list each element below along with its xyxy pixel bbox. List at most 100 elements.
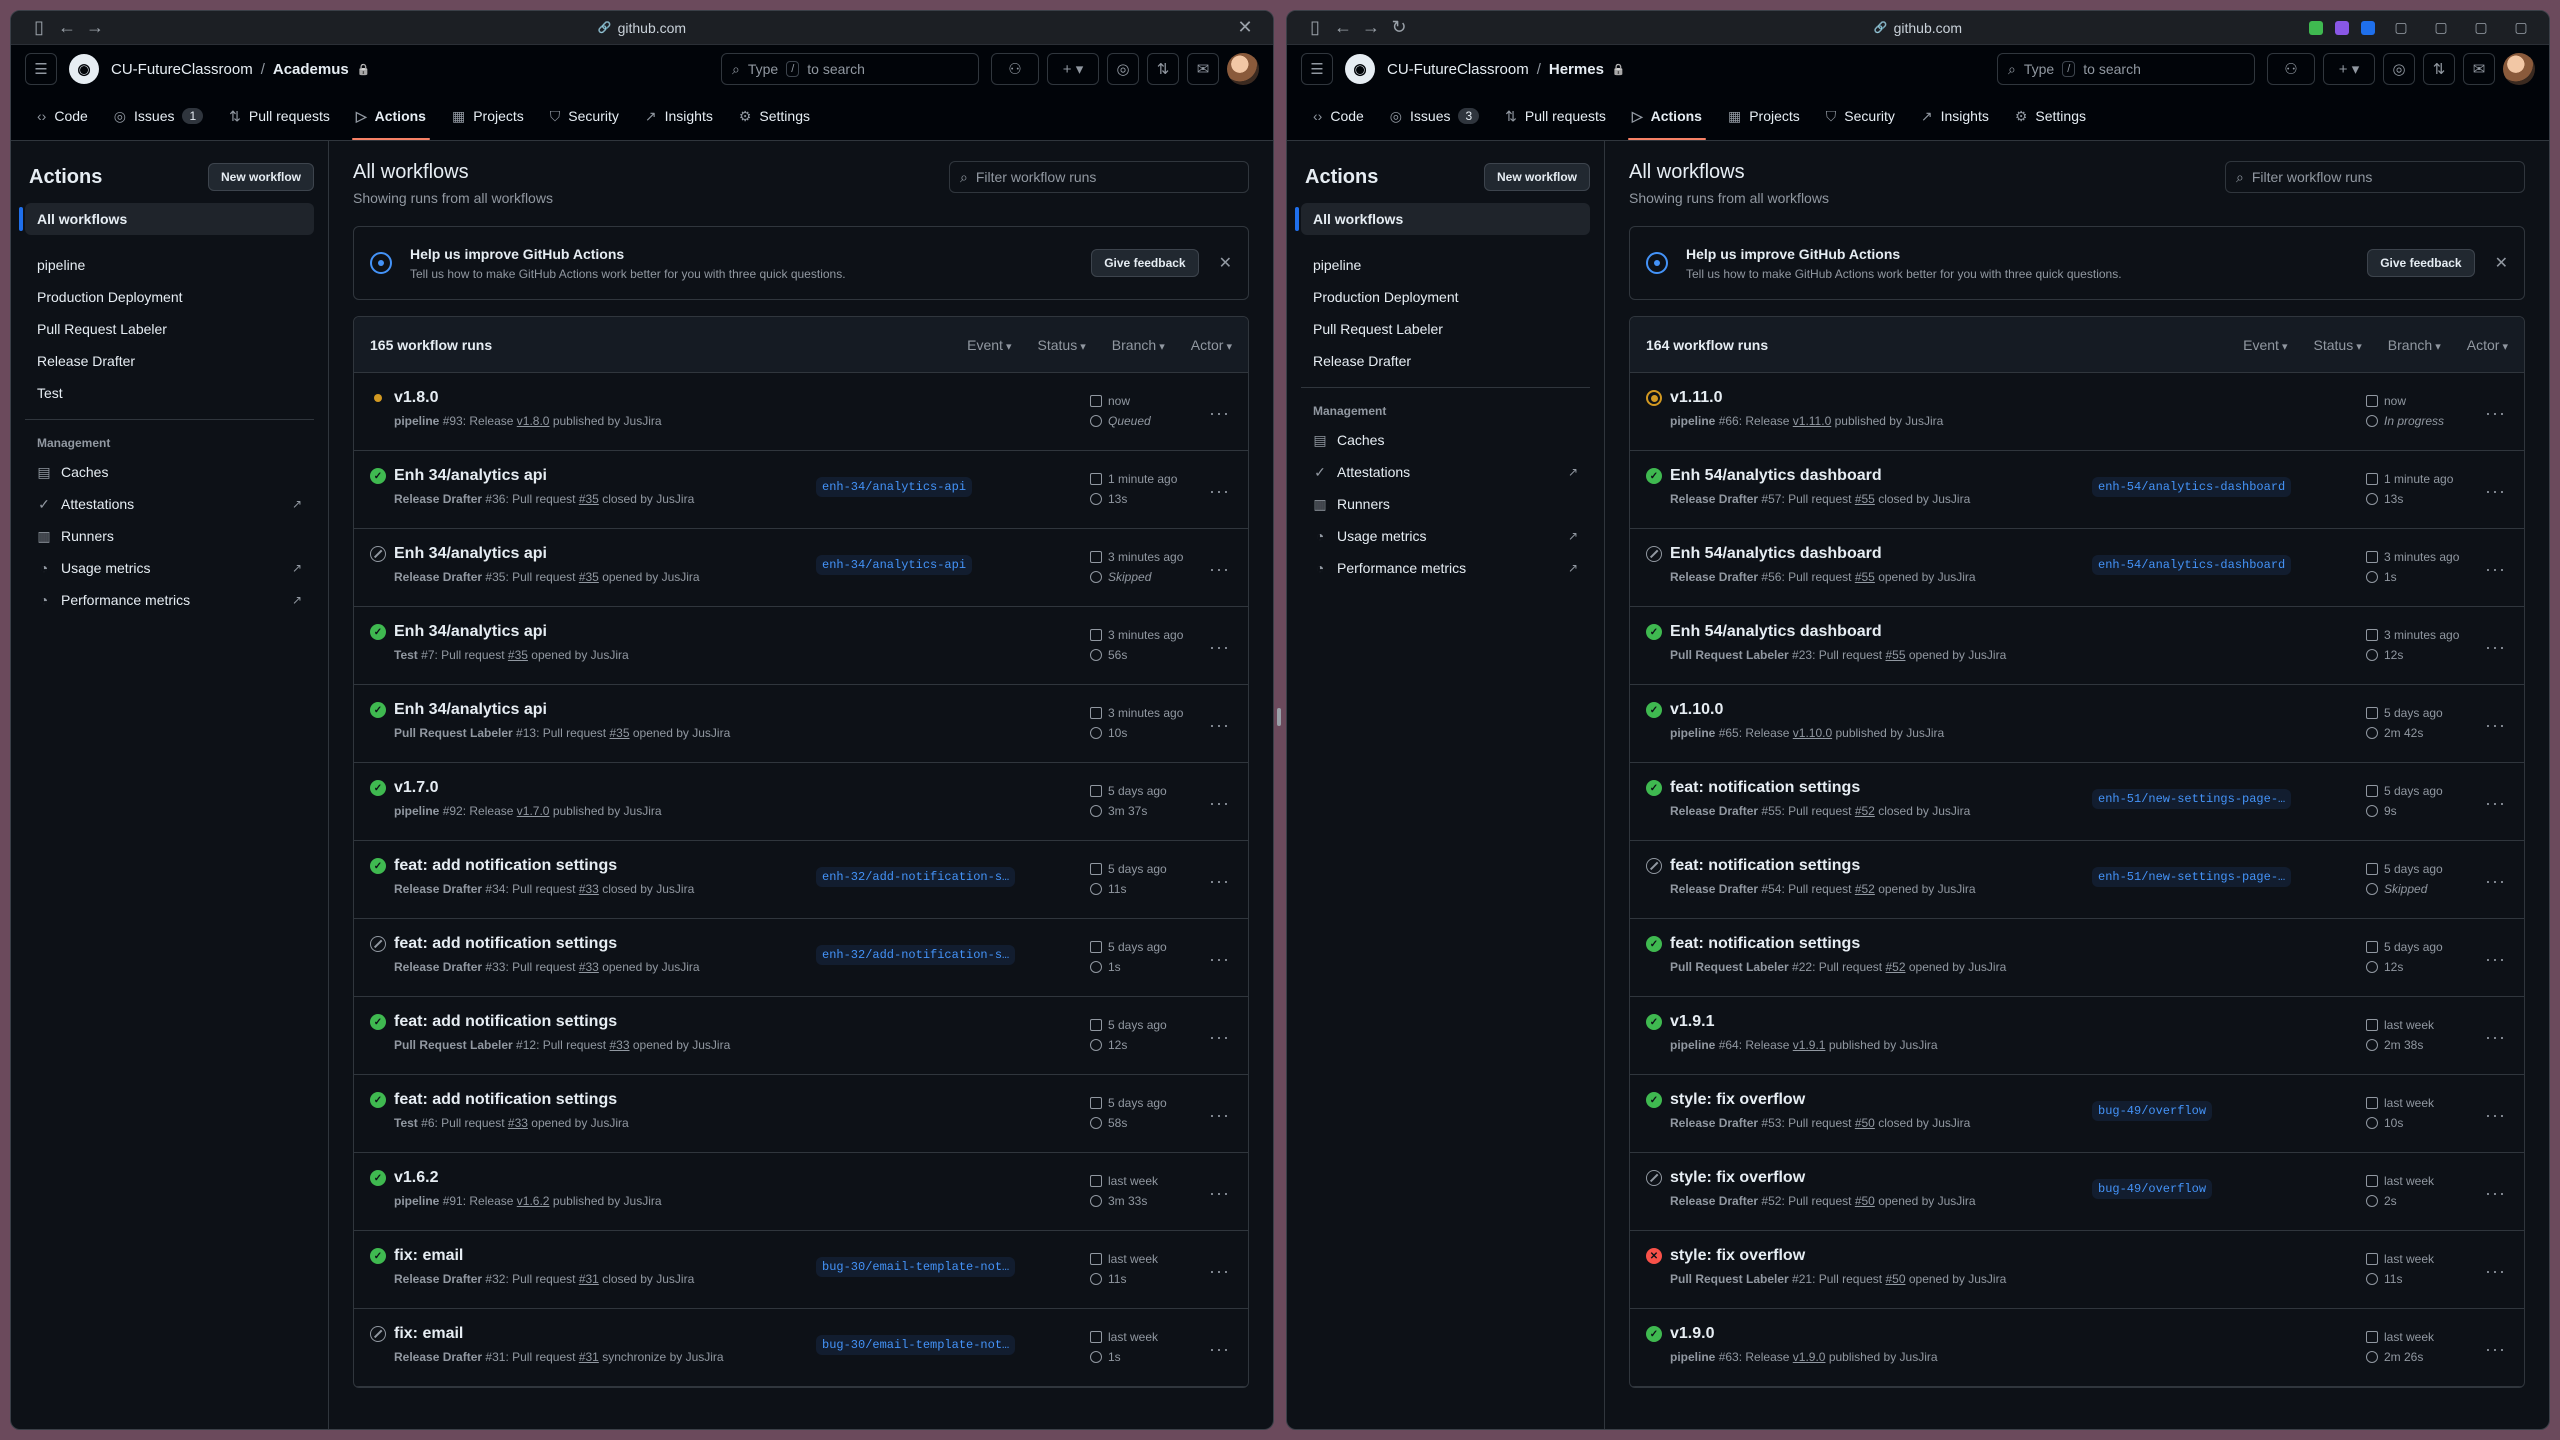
run-title[interactable]: feat: add notification settings	[394, 1013, 794, 1031]
branch-label[interactable]: enh-34/analytics-api	[816, 477, 973, 497]
run-title[interactable]: Enh 34/analytics api	[394, 623, 794, 641]
kebab-menu-icon[interactable]: ···	[1209, 1261, 1230, 1282]
sidebar-item-workflow[interactable]: Production Deployment	[1301, 281, 1590, 313]
run-title[interactable]: v1.6.2	[394, 1169, 794, 1187]
event-ref-link[interactable]: #52	[1855, 804, 1875, 818]
event-ref-link[interactable]: #55	[1855, 570, 1875, 584]
sidebar-item-performance-metrics[interactable]: ◔ Performance metrics ↗	[1301, 552, 1590, 584]
run-title[interactable]: Enh 34/analytics api	[394, 545, 794, 563]
run-title[interactable]: v1.7.0	[394, 779, 794, 797]
event-ref-link[interactable]: #50	[1885, 1272, 1905, 1286]
event-ref-link[interactable]: v1.9.0	[1793, 1350, 1826, 1364]
filter-branch-dropdown[interactable]: Branch ▾	[2388, 337, 2441, 353]
sidebar-item-usage-metrics[interactable]: ◔ Usage metrics ↗	[1301, 520, 1590, 552]
event-ref-link[interactable]: v1.11.0	[1793, 414, 1831, 428]
kebab-menu-icon[interactable]: ···	[2485, 403, 2506, 424]
tab-pull-requests[interactable]: ⇅ Pull requests	[219, 92, 340, 140]
github-logo-icon[interactable]: ◉	[69, 54, 99, 84]
kebab-menu-icon[interactable]: ···	[1209, 559, 1230, 580]
run-title[interactable]: feat: add notification settings	[394, 857, 794, 875]
back-icon[interactable]: ←	[1329, 17, 1357, 38]
kebab-menu-icon[interactable]: ···	[1209, 949, 1230, 970]
menu-button[interactable]: ☰	[25, 53, 57, 85]
workflow-run-row[interactable]: ✓ v1.9.0 pipeline #63: Release v1.9.0 publ…	[1630, 1309, 2524, 1387]
branch-label[interactable]: enh-51/new-settings-page-…	[2092, 789, 2292, 809]
sidebar-item-all-workflows[interactable]: All workflows	[19, 203, 314, 235]
event-ref-link[interactable]: #35	[579, 492, 599, 506]
run-title[interactable]: v1.10.0	[1670, 701, 2070, 719]
event-ref-link[interactable]: #33	[579, 882, 599, 896]
kebab-menu-icon[interactable]: ···	[2485, 1183, 2506, 1204]
sidebar-item-caches[interactable]: ▤ Caches	[25, 456, 314, 488]
repo-link[interactable]: Hermes	[1549, 61, 1604, 78]
workflow-run-row[interactable]: ✓ feat: add notification settings Release …	[354, 841, 1248, 919]
kebab-menu-icon[interactable]: ···	[1209, 1105, 1230, 1126]
sidebar-item-workflow[interactable]: Production Deployment	[25, 281, 314, 313]
tab-issues[interactable]: ◎ Issues 1	[104, 92, 213, 140]
kebab-menu-icon[interactable]: ···	[1209, 715, 1230, 736]
workflow-run-row[interactable]: fix: email Release Drafter #31: Pull requ…	[354, 1309, 1248, 1387]
event-ref-link[interactable]: v1.9.1	[1793, 1038, 1826, 1052]
run-title[interactable]: feat: notification settings	[1670, 935, 2070, 953]
event-ref-link[interactable]: #33	[579, 960, 599, 974]
filter-actor-dropdown[interactable]: Actor ▾	[2467, 337, 2508, 353]
kebab-menu-icon[interactable]: ···	[2485, 1339, 2506, 1360]
kebab-menu-icon[interactable]: ···	[1209, 637, 1230, 658]
run-title[interactable]: fix: email	[394, 1247, 794, 1265]
address-bar[interactable]: 🔗 github.com	[1874, 20, 1962, 36]
give-feedback-button[interactable]: Give feedback	[2367, 249, 2475, 277]
workflow-run-row[interactable]: ✓ feat: add notification settings Pull Req…	[354, 997, 1248, 1075]
event-ref-link[interactable]: #31	[579, 1350, 599, 1364]
branch-label[interactable]: bug-30/email-template-not…	[816, 1257, 1016, 1277]
new-workflow-button[interactable]: New workflow	[1483, 163, 1590, 191]
address-bar[interactable]: 🔗 github.com	[598, 20, 686, 36]
avatar[interactable]	[1227, 53, 1259, 85]
workflow-run-row[interactable]: ✓ Enh 54/analytics dashboard Release Draft…	[1630, 451, 2524, 529]
sidebar-item-workflow[interactable]: Release Drafter	[25, 345, 314, 377]
filter-workflow-runs-input[interactable]: ⌕ Filter workflow runs	[949, 161, 1249, 193]
event-ref-link[interactable]: #35	[579, 570, 599, 584]
workflow-run-row[interactable]: ✓ v1.9.1 pipeline #64: Release v1.9.1 publ…	[1630, 997, 2524, 1075]
sidebar-item-runners[interactable]: ▥ Runners	[25, 520, 314, 552]
workflow-run-row[interactable]: ✓ feat: notification settings Release Draf…	[1630, 763, 2524, 841]
sidebar-item-performance-metrics[interactable]: ◔ Performance metrics ↗	[25, 584, 314, 616]
kebab-menu-icon[interactable]: ···	[2485, 481, 2506, 502]
tab-code[interactable]: ‹› Code	[27, 92, 98, 140]
branch-label[interactable]: enh-32/add-notification-s…	[816, 867, 1016, 887]
tab-settings[interactable]: ⚙ Settings	[2005, 92, 2096, 140]
event-ref-link[interactable]: #50	[1855, 1194, 1875, 1208]
forward-icon[interactable]: →	[81, 17, 109, 38]
sidebar-item-usage-metrics[interactable]: ◔ Usage metrics ↗	[25, 552, 314, 584]
kebab-menu-icon[interactable]: ···	[2485, 1261, 2506, 1282]
copilot-icon[interactable]: ⚇	[2267, 53, 2315, 85]
workflow-run-row[interactable]: Enh 54/analytics dashboard Release Drafte…	[1630, 529, 2524, 607]
sidebar-item-workflow[interactable]: pipeline	[1301, 249, 1590, 281]
sidebar-item-caches[interactable]: ▤ Caches	[1301, 424, 1590, 456]
sidebar-item-workflow[interactable]: Test	[25, 377, 314, 409]
search-input[interactable]: ⌕ Type / to search	[1997, 53, 2255, 85]
create-new-button[interactable]: + ▾	[1047, 53, 1099, 85]
inbox-icon[interactable]: ✉	[2463, 53, 2495, 85]
share-icon[interactable]: ▢	[2387, 19, 2415, 36]
run-title[interactable]: style: fix overflow	[1670, 1169, 2070, 1187]
kebab-menu-icon[interactable]: ···	[2485, 871, 2506, 892]
event-ref-link[interactable]: #33	[609, 1038, 629, 1052]
kebab-menu-icon[interactable]: ···	[2485, 715, 2506, 736]
tab-pull-requests[interactable]: ⇅ Pull requests	[1495, 92, 1616, 140]
event-ref-link[interactable]: #52	[1885, 960, 1905, 974]
extension-icon[interactable]	[2361, 20, 2375, 35]
extension-icon[interactable]	[2309, 20, 2323, 35]
branch-label[interactable]: enh-32/add-notification-s…	[816, 945, 1016, 965]
sidebar-item-workflow[interactable]: Pull Request Labeler	[25, 313, 314, 345]
event-ref-link[interactable]: #52	[1855, 882, 1875, 896]
issues-icon[interactable]: ◎	[2383, 53, 2415, 85]
sidebar-item-attestations[interactable]: ✓ Attestations ↗	[25, 488, 314, 520]
run-title[interactable]: style: fix overflow	[1670, 1091, 2070, 1109]
run-title[interactable]: style: fix overflow	[1670, 1247, 2070, 1265]
workflow-run-row[interactable]: v1.8.0 pipeline #93: Release v1.8.0 publi…	[354, 373, 1248, 451]
tab-insights[interactable]: ↗ Insights	[635, 92, 723, 140]
issues-icon[interactable]: ◎	[1107, 53, 1139, 85]
split-view-icon[interactable]: ▢	[2427, 19, 2455, 36]
filter-event-dropdown[interactable]: Event ▾	[967, 337, 1011, 353]
tab-insights[interactable]: ↗ Insights	[1911, 92, 1999, 140]
